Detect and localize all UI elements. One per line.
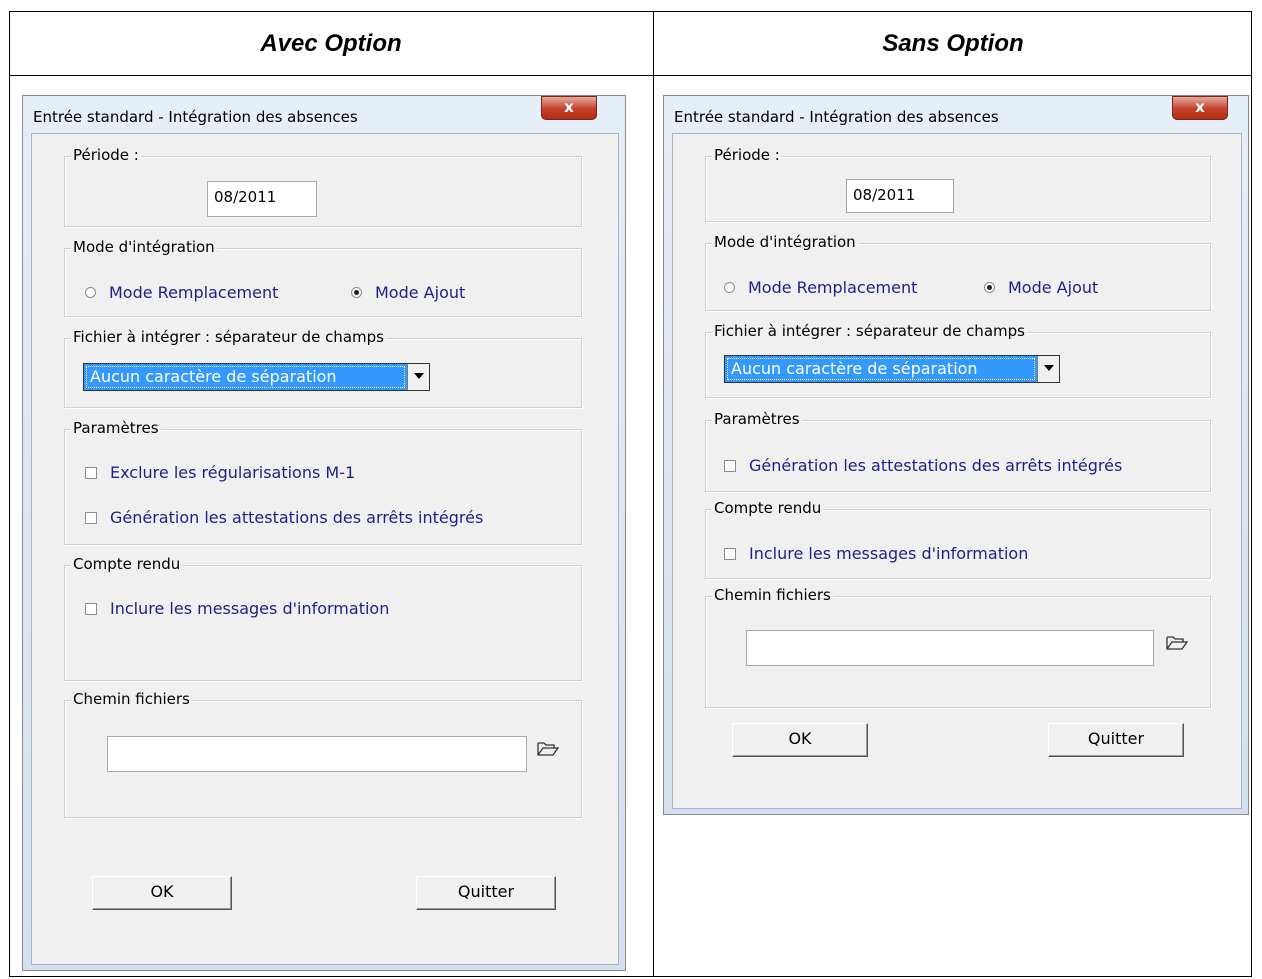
group-periode: Période : 08/2011 xyxy=(705,146,1211,222)
separateur-selected-value: Aucun caractère de séparation xyxy=(731,359,978,378)
group-periode: Période : 08/2011 xyxy=(64,146,582,227)
checkbox-inclure-messages[interactable]: Inclure les messages d'information xyxy=(724,544,1028,563)
group-mode-label: Mode d'intégration xyxy=(71,238,217,256)
group-chemin-label: Chemin fichiers xyxy=(71,690,192,708)
chevron-down-icon[interactable] xyxy=(1037,356,1059,382)
checkbox-unchecked-icon xyxy=(85,602,97,615)
radio-mode-remplacement[interactable]: Mode Remplacement xyxy=(85,283,278,302)
group-parametres: Paramètres Génération les attestations d… xyxy=(705,410,1211,492)
dialog-sans-option: Entrée standard - Intégration des absenc… xyxy=(663,95,1249,815)
group-fichier-separateur: Fichier à intégrer : séparateur de champ… xyxy=(64,328,582,408)
group-mode-label: Mode d'intégration xyxy=(712,233,858,251)
group-chemin-fichiers: Chemin fichiers xyxy=(64,690,582,818)
dialog-title: Entrée standard - Intégration des absenc… xyxy=(33,108,358,126)
close-button[interactable]: x xyxy=(541,96,597,120)
group-periode-label: Période : xyxy=(71,146,141,164)
group-compte-rendu: Compte rendu Inclure les messages d'info… xyxy=(705,499,1211,579)
ok-button[interactable]: OK xyxy=(92,876,232,910)
group-parametres-label: Paramètres xyxy=(71,419,161,437)
radio-mode-ajout[interactable]: Mode Ajout xyxy=(984,278,1098,297)
radio-selected-icon xyxy=(984,282,995,293)
separateur-select[interactable]: Aucun caractère de séparation xyxy=(83,363,430,391)
chemin-input[interactable] xyxy=(746,630,1154,666)
checkbox-generation-attestations[interactable]: Génération les attestations des arrêts i… xyxy=(85,508,483,527)
chemin-input[interactable] xyxy=(107,736,527,772)
group-compte-rendu-label: Compte rendu xyxy=(71,555,183,573)
folder-icon[interactable] xyxy=(537,739,559,757)
folder-icon[interactable] xyxy=(1166,633,1188,651)
radio-unselected-icon xyxy=(85,287,96,298)
checkbox-unchecked-icon xyxy=(724,547,736,560)
group-chemin-fichiers: Chemin fichiers xyxy=(705,586,1211,708)
group-parametres: Paramètres Exclure les régularisations M… xyxy=(64,419,582,545)
close-icon: x xyxy=(564,98,574,116)
radio-mode-ajout[interactable]: Mode Ajout xyxy=(351,283,465,302)
checkbox-inclure-messages[interactable]: Inclure les messages d'information xyxy=(85,599,389,618)
periode-input[interactable]: 08/2011 xyxy=(846,179,954,213)
header-divider xyxy=(9,75,1252,76)
checkbox-unchecked-icon xyxy=(85,466,97,479)
group-periode-label: Période : xyxy=(712,146,782,164)
periode-input[interactable]: 08/2011 xyxy=(207,181,317,217)
quitter-button[interactable]: Quitter xyxy=(416,876,556,910)
checkbox-unchecked-icon xyxy=(85,511,97,524)
dialog-title: Entrée standard - Intégration des absenc… xyxy=(674,108,999,126)
group-compte-rendu-label: Compte rendu xyxy=(712,499,824,517)
dialog-avec-option: Entrée standard - Intégration des absenc… xyxy=(22,95,626,971)
separateur-select[interactable]: Aucun caractère de séparation xyxy=(724,355,1060,383)
column-title-avec-option: Avec Option xyxy=(260,30,402,57)
column-title-sans-option: Sans Option xyxy=(882,30,1024,57)
group-mode-integration: Mode d'intégration Mode Remplacement Mod… xyxy=(64,238,582,317)
checkbox-exclure-regularisations[interactable]: Exclure les régularisations M-1 xyxy=(85,463,355,482)
group-compte-rendu: Compte rendu Inclure les messages d'info… xyxy=(64,555,582,681)
checkbox-unchecked-icon xyxy=(724,459,736,472)
ok-button[interactable]: OK xyxy=(732,723,868,757)
group-mode-integration: Mode d'intégration Mode Remplacement Mod… xyxy=(705,233,1211,311)
column-divider xyxy=(653,11,654,977)
group-fichier-label: Fichier à intégrer : séparateur de champ… xyxy=(71,328,386,346)
group-chemin-label: Chemin fichiers xyxy=(712,586,833,604)
separateur-selected-value: Aucun caractère de séparation xyxy=(90,367,337,386)
quitter-button[interactable]: Quitter xyxy=(1048,723,1184,757)
group-parametres-label: Paramètres xyxy=(712,410,802,428)
radio-selected-icon xyxy=(351,287,362,298)
radio-unselected-icon xyxy=(724,282,735,293)
close-icon: x xyxy=(1195,98,1205,116)
close-button[interactable]: x xyxy=(1172,96,1228,120)
radio-mode-remplacement[interactable]: Mode Remplacement xyxy=(724,278,917,297)
group-fichier-label: Fichier à intégrer : séparateur de champ… xyxy=(712,322,1027,340)
checkbox-generation-attestations[interactable]: Génération les attestations des arrêts i… xyxy=(724,456,1122,475)
chevron-down-icon[interactable] xyxy=(407,364,429,390)
group-fichier-separateur: Fichier à intégrer : séparateur de champ… xyxy=(705,322,1211,398)
